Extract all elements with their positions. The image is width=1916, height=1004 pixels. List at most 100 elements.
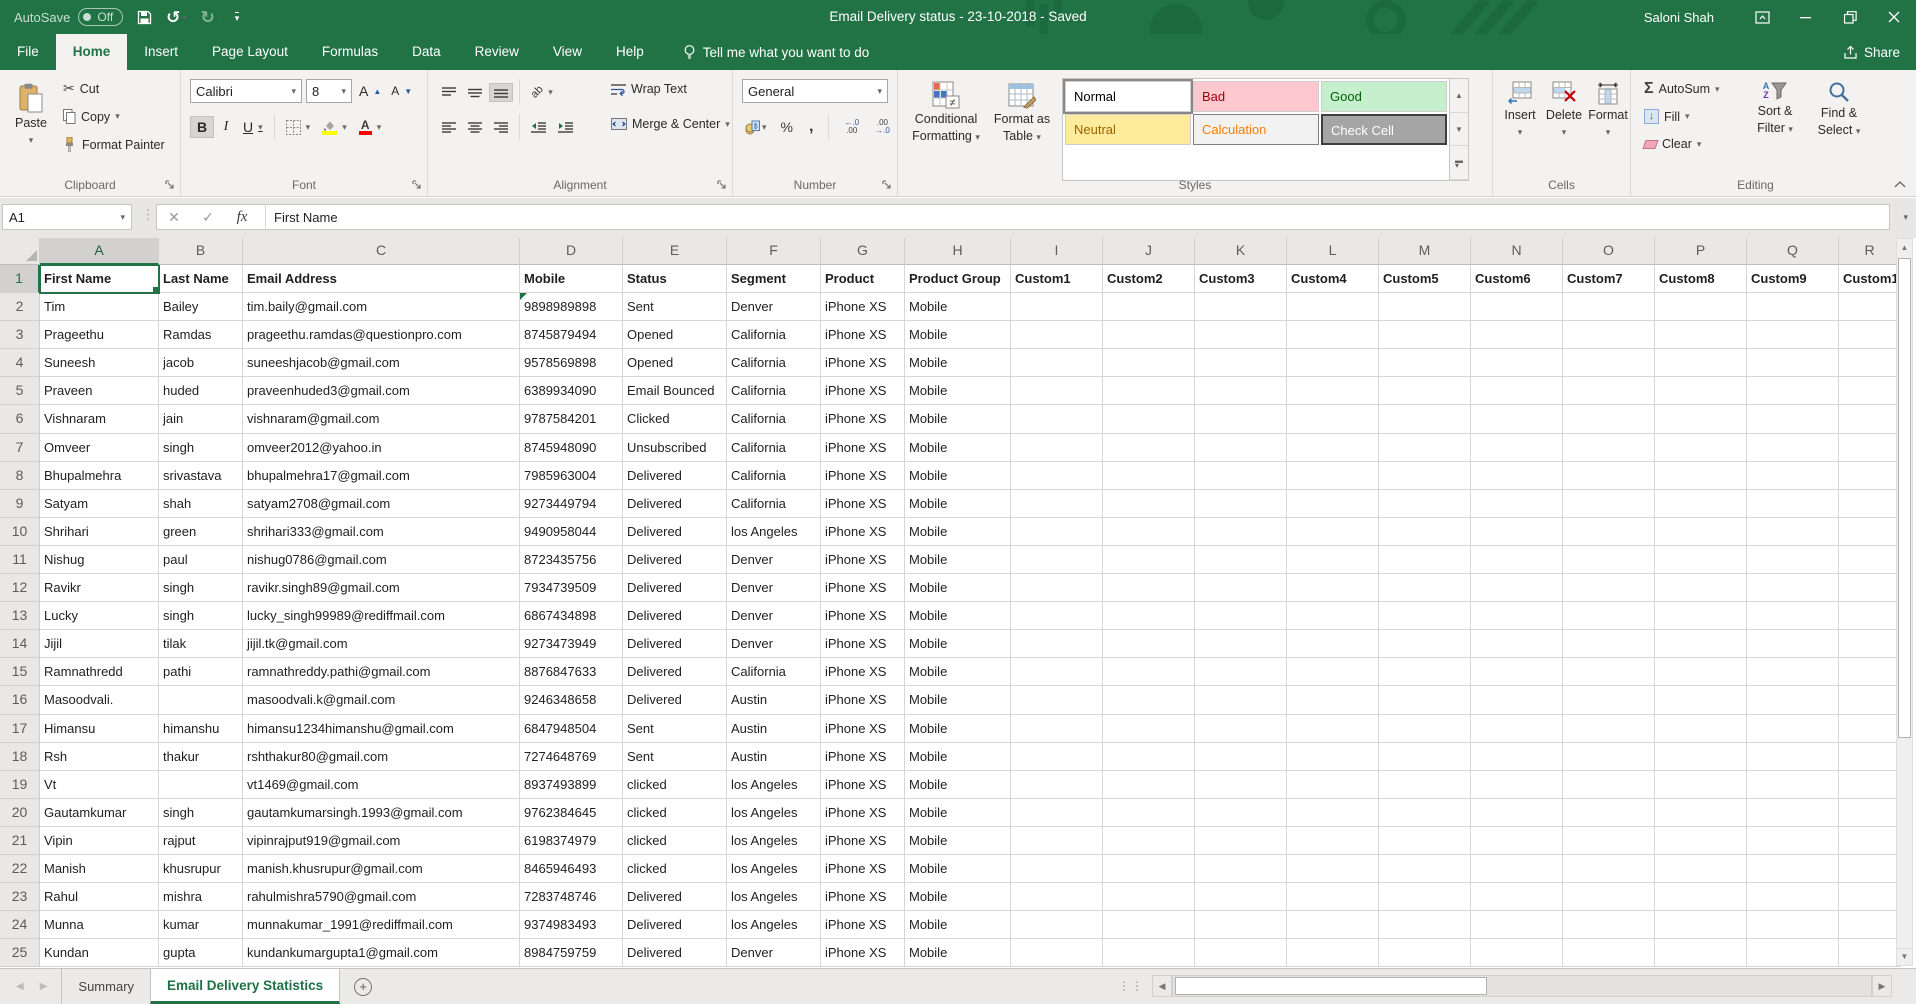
- cell-P10[interactable]: [1655, 518, 1747, 546]
- ribbon-tab-data[interactable]: Data: [395, 34, 458, 70]
- cell-N9[interactable]: [1471, 490, 1563, 518]
- cell-O12[interactable]: [1563, 574, 1655, 602]
- cell-E9[interactable]: Delivered: [623, 490, 727, 518]
- cell-P9[interactable]: [1655, 490, 1747, 518]
- cell-R18[interactable]: [1839, 743, 1901, 771]
- cell-K18[interactable]: [1195, 743, 1287, 771]
- sheet-nav-prev[interactable]: ◀: [16, 981, 24, 992]
- cell-P1[interactable]: Custom8: [1655, 265, 1747, 293]
- cell-J10[interactable]: [1103, 518, 1195, 546]
- cell-K8[interactable]: [1195, 462, 1287, 490]
- cell-G19[interactable]: iPhone XS: [821, 771, 905, 799]
- align-center-button[interactable]: [463, 118, 487, 137]
- cell-I8[interactable]: [1011, 462, 1103, 490]
- underline-button[interactable]: U▾: [238, 116, 268, 138]
- row-header-13[interactable]: 13: [0, 602, 40, 630]
- increase-indent-button[interactable]: [553, 118, 578, 137]
- cell-F9[interactable]: California: [727, 490, 821, 518]
- formula-input[interactable]: First Name: [270, 210, 338, 225]
- cell-B24[interactable]: kumar: [159, 911, 243, 939]
- cell-P22[interactable]: [1655, 855, 1747, 883]
- cell-Q1[interactable]: Custom9: [1747, 265, 1839, 293]
- cell-K12[interactable]: [1195, 574, 1287, 602]
- cell-O15[interactable]: [1563, 658, 1655, 686]
- cell-K23[interactable]: [1195, 883, 1287, 911]
- col-header-Q[interactable]: Q: [1747, 238, 1839, 265]
- cell-A5[interactable]: Praveen: [40, 377, 159, 405]
- row-header-12[interactable]: 12: [0, 574, 40, 602]
- cell-J11[interactable]: [1103, 546, 1195, 574]
- cell-G11[interactable]: iPhone XS: [821, 546, 905, 574]
- row-header-8[interactable]: 8: [0, 462, 40, 490]
- cell-F15[interactable]: California: [727, 658, 821, 686]
- cell-O1[interactable]: Custom7: [1563, 265, 1655, 293]
- col-header-D[interactable]: D: [520, 238, 623, 265]
- cell-A2[interactable]: Tim: [40, 293, 159, 321]
- row-header-21[interactable]: 21: [0, 827, 40, 855]
- format-painter-button[interactable]: Format Painter: [58, 134, 170, 155]
- cell-E5[interactable]: Email Bounced: [623, 377, 727, 405]
- row-header-1[interactable]: 1: [0, 265, 40, 293]
- cell-L6[interactable]: [1287, 405, 1379, 433]
- cell-G16[interactable]: iPhone XS: [821, 686, 905, 714]
- cell-A15[interactable]: Ramnathredd: [40, 658, 159, 686]
- cell-R11[interactable]: [1839, 546, 1901, 574]
- cell-G22[interactable]: iPhone XS: [821, 855, 905, 883]
- cell-E15[interactable]: Delivered: [623, 658, 727, 686]
- cell-E19[interactable]: clicked: [623, 771, 727, 799]
- cell-P11[interactable]: [1655, 546, 1747, 574]
- restore-button[interactable]: [1828, 0, 1872, 34]
- cell-A17[interactable]: Himansu: [40, 715, 159, 743]
- cell-C4[interactable]: suneeshjacob@gmail.com: [243, 349, 520, 377]
- delete-cells-button[interactable]: Delete▾: [1543, 76, 1585, 139]
- cell-G8[interactable]: iPhone XS: [821, 462, 905, 490]
- cell-G12[interactable]: iPhone XS: [821, 574, 905, 602]
- cell-L1[interactable]: Custom4: [1287, 265, 1379, 293]
- cell-R22[interactable]: [1839, 855, 1901, 883]
- cell-I2[interactable]: [1011, 293, 1103, 321]
- cell-P21[interactable]: [1655, 827, 1747, 855]
- cell-J9[interactable]: [1103, 490, 1195, 518]
- col-header-I[interactable]: I: [1011, 238, 1103, 265]
- col-header-L[interactable]: L: [1287, 238, 1379, 265]
- cell-E16[interactable]: Delivered: [623, 686, 727, 714]
- cell-J17[interactable]: [1103, 715, 1195, 743]
- cell-E21[interactable]: clicked: [623, 827, 727, 855]
- cell-M7[interactable]: [1379, 434, 1471, 462]
- cell-N6[interactable]: [1471, 405, 1563, 433]
- cell-J24[interactable]: [1103, 911, 1195, 939]
- row-header-20[interactable]: 20: [0, 799, 40, 827]
- cell-F24[interactable]: los Angeles: [727, 911, 821, 939]
- cell-C20[interactable]: gautamkumarsingh.1993@gmail.com: [243, 799, 520, 827]
- cell-O23[interactable]: [1563, 883, 1655, 911]
- cell-A14[interactable]: Jijil: [40, 630, 159, 658]
- top-align-button[interactable]: [437, 83, 461, 102]
- cell-L8[interactable]: [1287, 462, 1379, 490]
- cell-E8[interactable]: Delivered: [623, 462, 727, 490]
- cell-B13[interactable]: singh: [159, 602, 243, 630]
- fill-button[interactable]: ↓Fill▾: [1639, 106, 1695, 127]
- cell-N3[interactable]: [1471, 321, 1563, 349]
- cell-M5[interactable]: [1379, 377, 1471, 405]
- ribbon-tab-page-layout[interactable]: Page Layout: [195, 34, 305, 70]
- cell-E1[interactable]: Status: [623, 265, 727, 293]
- cell-A4[interactable]: Suneesh: [40, 349, 159, 377]
- cell-L22[interactable]: [1287, 855, 1379, 883]
- cell-N25[interactable]: [1471, 939, 1563, 967]
- vertical-scrollbar[interactable]: ▲ ▼: [1896, 238, 1913, 966]
- cell-A12[interactable]: Ravikr: [40, 574, 159, 602]
- cell-C5[interactable]: praveenhuded3@gmail.com: [243, 377, 520, 405]
- cell-J20[interactable]: [1103, 799, 1195, 827]
- sheet-tab-summary[interactable]: Summary: [62, 969, 150, 1004]
- name-box-resizer[interactable]: ⋮: [141, 206, 153, 223]
- cell-C24[interactable]: munnakumar_1991@rediffmail.com: [243, 911, 520, 939]
- cell-J18[interactable]: [1103, 743, 1195, 771]
- conditional-formatting-button[interactable]: ≠ Conditional Formatting ▾: [904, 76, 988, 144]
- cell-C7[interactable]: omveer2012@yahoo.in: [243, 434, 520, 462]
- cell-D25[interactable]: 8984759759: [520, 939, 623, 967]
- cell-B3[interactable]: Ramdas: [159, 321, 243, 349]
- cell-G10[interactable]: iPhone XS: [821, 518, 905, 546]
- ribbon-tab-home[interactable]: Home: [56, 34, 128, 70]
- cell-O21[interactable]: [1563, 827, 1655, 855]
- cell-D22[interactable]: 8465946493: [520, 855, 623, 883]
